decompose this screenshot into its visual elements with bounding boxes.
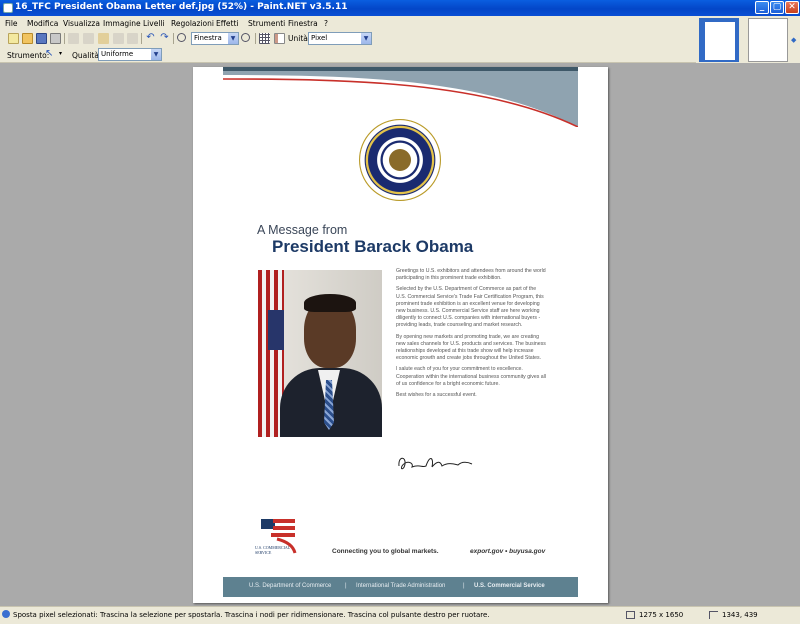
- chevron-down-icon[interactable]: ▾: [59, 50, 62, 57]
- tool-options-toolbar: Strumento: ↖ ▾ Qualità: Uniforme ▼: [0, 47, 696, 63]
- new-image-icon[interactable]: [8, 33, 19, 44]
- open-folder-icon[interactable]: [22, 33, 33, 44]
- grid-icon[interactable]: [259, 33, 270, 44]
- chevron-down-icon: ▼: [228, 33, 238, 44]
- menu-immagine[interactable]: Immagine: [103, 19, 141, 28]
- logo-text: U.S. COMMERCIAL SERVICE: [255, 545, 291, 555]
- document-image[interactable]: A Message from President Barack Obama Gr…: [193, 67, 608, 603]
- letter-paragraph: Greetings to U.S. exhibitors and attende…: [396, 268, 546, 282]
- undo-icon[interactable]: ↶: [145, 33, 156, 44]
- thumbnail-preview: [705, 22, 735, 60]
- status-bar: Sposta pixel selezionati: Trascina la se…: [0, 606, 800, 624]
- footer-item: U.S. Department of Commerce: [249, 583, 332, 589]
- zoom-select[interactable]: Finestra ▼: [191, 32, 239, 45]
- signature: [398, 457, 473, 470]
- menu-file[interactable]: File: [5, 19, 18, 28]
- header-swoosh: [223, 67, 578, 127]
- window-title: 16_TFC President Obama Letter def.jpg (5…: [15, 2, 348, 12]
- info-icon: [2, 610, 10, 618]
- image-size-icon: [626, 611, 635, 619]
- zoom-out-icon[interactable]: [177, 33, 186, 42]
- footer-item: International Trade Administration: [356, 583, 446, 589]
- menu-visualizza[interactable]: Visualizza: [63, 19, 100, 28]
- menu-modifica[interactable]: Modifica: [27, 19, 58, 28]
- menu-finestra[interactable]: Finestra: [288, 19, 318, 28]
- save-icon[interactable]: [36, 33, 47, 44]
- footer-band: U.S. Department of Commerce | Internatio…: [223, 577, 578, 597]
- paint-net-app-icon: [3, 3, 13, 13]
- message-from-heading: A Message from: [257, 223, 348, 237]
- footer-separator: |: [345, 583, 347, 589]
- footer-separator: |: [463, 583, 465, 589]
- image-size: 1275 x 1650: [639, 611, 684, 619]
- tagline: Connecting you to global markets.: [332, 548, 439, 555]
- units-select-value: Pixel: [311, 34, 328, 42]
- crop-icon[interactable]: [113, 33, 124, 44]
- status-hint: Sposta pixel selezionati: Trascina la se…: [13, 611, 490, 619]
- zoom-select-value: Finestra: [194, 34, 222, 42]
- image-thumbnail-active[interactable]: [699, 18, 739, 62]
- maximize-button[interactable]: ▢: [770, 1, 784, 14]
- cut-icon[interactable]: [68, 33, 79, 44]
- quality-select-value: Uniforme: [101, 50, 134, 58]
- close-button[interactable]: ✕: [785, 1, 799, 14]
- letter-paragraph: Best wishes for a successful event.: [396, 392, 477, 399]
- copy-icon[interactable]: [83, 33, 94, 44]
- redo-icon[interactable]: ↷: [159, 33, 170, 44]
- main-toolbar: ↶ ↷ Finestra ▼ Unità: Pixel ▼: [0, 30, 696, 47]
- minimize-button[interactable]: _: [755, 1, 769, 14]
- toolbar-separator: [173, 33, 174, 44]
- cursor-position-icon: [709, 611, 718, 619]
- print-icon[interactable]: [50, 33, 61, 44]
- website-text: export.gov • buyusa.gov: [470, 548, 546, 555]
- eagle-icon: [389, 149, 411, 171]
- president-name-heading: President Barack Obama: [272, 237, 474, 256]
- quality-select[interactable]: Uniforme ▼: [98, 48, 162, 61]
- cursor-position: 1343, 439: [722, 611, 758, 619]
- menu-help[interactable]: ?: [324, 19, 328, 28]
- chevron-down-icon: ▼: [151, 49, 161, 60]
- footer-item: U.S. Commercial Service: [474, 583, 545, 589]
- image-tabs-panel: ◆: [696, 16, 800, 63]
- toolbar-separator: [64, 33, 65, 44]
- letter-paragraph: Selected by the U.S. Department of Comme…: [396, 286, 544, 329]
- paste-icon[interactable]: [98, 33, 109, 44]
- president-portrait: [258, 270, 382, 437]
- menu-bar: File Modifica Visualizza Immagine Livell…: [0, 16, 696, 30]
- units-select[interactable]: Pixel ▼: [308, 32, 372, 45]
- menu-strumenti[interactable]: Strumenti: [248, 19, 285, 28]
- chevron-down-icon: ▼: [361, 33, 371, 44]
- menu-effetti[interactable]: Effetti: [216, 19, 239, 28]
- scroll-right-icon[interactable]: ◆: [791, 36, 796, 44]
- image-thumbnail[interactable]: [748, 18, 788, 62]
- letter-paragraph: I salute each of you for your commitment…: [396, 366, 546, 387]
- toolbar-separator: [141, 33, 142, 44]
- zoom-in-icon[interactable]: [241, 33, 250, 42]
- menu-regolazioni[interactable]: Regolazioni: [171, 19, 214, 28]
- move-selection-tool-icon[interactable]: ↖: [45, 49, 56, 60]
- menu-livelli[interactable]: Livelli: [143, 19, 165, 28]
- tool-label: Strumento:: [7, 51, 50, 60]
- deselect-icon[interactable]: [127, 33, 138, 44]
- ruler-icon[interactable]: [274, 33, 285, 44]
- toolbar-separator: [255, 33, 256, 44]
- letter-body: Greetings to U.S. exhibitors and attende…: [396, 268, 546, 403]
- letter-paragraph: By opening new markets and promoting tra…: [396, 333, 546, 362]
- title-bar: 16_TFC President Obama Letter def.jpg (5…: [0, 0, 800, 16]
